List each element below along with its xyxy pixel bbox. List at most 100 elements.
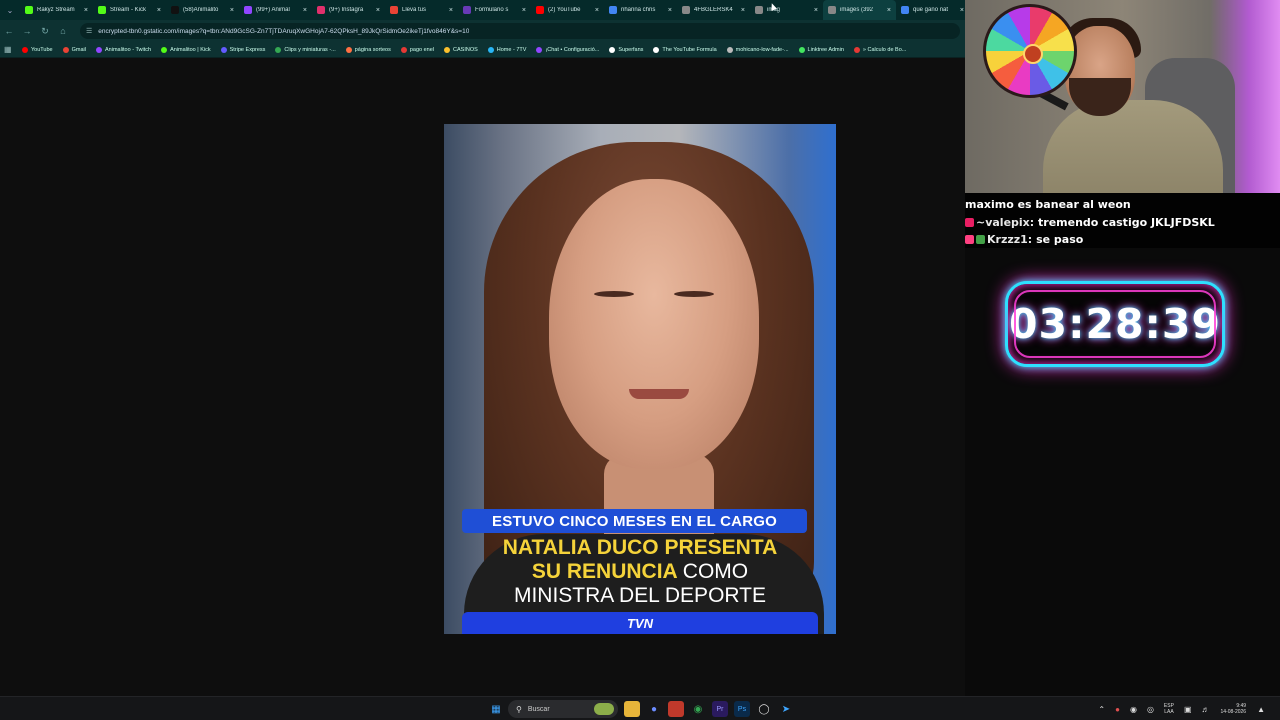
bookmark-favicon-icon [161,46,168,53]
browser-tab[interactable]: que gano nat × [896,0,965,20]
back-icon[interactable]: ← [0,20,18,42]
site-info-icon[interactable]: ☰ [86,27,92,35]
file-explorer-icon[interactable] [624,701,640,717]
browser-tab[interactable]: rihanna chris × [604,0,677,20]
tray-app-icon-2[interactable]: ◉ [1130,705,1137,714]
browser-tab[interactable]: images (392 × [823,0,896,20]
browser-tab[interactable]: (2) YouTube × [531,0,604,20]
news-image[interactable]: ESTUVO CINCO MESES EN EL CARGO NATALIA D… [444,124,836,634]
tab-close-icon[interactable]: × [449,7,453,14]
tab-label: que gano nat [913,7,949,13]
doc-icon [682,6,690,14]
search-placeholder: Buscar [527,705,550,713]
home-icon[interactable]: ⌂ [54,20,72,42]
chat-message: ~valepix: tremendo castigo JKLJFDSKL [965,214,1278,232]
caption-headline: NATALIA DUCO PRESENTA SU RENUNCIA COMO M… [444,536,836,608]
browser-tab[interactable]: (58)Animalito × [166,0,239,20]
volume-icon[interactable]: ♬ [1202,705,1210,714]
bookmark-item[interactable]: The YouTube Formula [653,46,717,53]
tab-close-icon[interactable]: × [84,7,88,14]
tab-close-icon[interactable]: × [303,7,307,14]
bookmark-item[interactable]: mohicano-low-fade-... [726,46,789,53]
browser-tab[interactable]: 4FBGLERSK4 × [677,0,750,20]
browser-tab[interactable]: Rakyz Stream × [20,0,93,20]
reload-icon[interactable]: ↻ [36,20,54,42]
webcam-overlay [965,0,1280,193]
screen: ⌄ Rakyz Stream × Stream - Kick × (58)Animali… [0,0,1280,720]
forward-icon[interactable]: → [18,20,36,42]
bookmark-item[interactable]: Animalitoo - Twitch [96,46,152,53]
clock[interactable]: 9:49 14-08-2026 [1221,703,1247,715]
tray-app-icon[interactable]: ● [1115,705,1120,714]
caption-line-3: MINISTRA DEL DEPORTE [513,584,767,607]
search-icon: ⚲ [516,704,522,714]
tab-close-icon[interactable]: × [814,7,818,14]
bookmark-label: Animalitoo - Twitch [105,46,152,53]
bookmark-label: Superfans [618,46,644,53]
taskbar-search[interactable]: ⚲ Buscar [508,700,618,718]
tab-close-icon[interactable]: × [960,7,964,14]
tab-label: (58)Animalito [183,7,219,13]
bookmark-favicon-icon [798,46,805,53]
bookmark-item[interactable]: ¡Chat • Configuració... [536,46,599,53]
browser-tab[interactable]: (99+) Animal × [239,0,312,20]
browser-tab[interactable]: (9+) Instagra × [312,0,385,20]
tab-close-icon[interactable]: × [595,7,599,14]
bookmark-favicon-icon [400,46,407,53]
bookmarks-bar: ▦ YouTube Gmail Animalitoo - Twitch Animali… [0,42,965,58]
url-text[interactable]: encrypted-tbn0.gstatic.com/images?q=tbn:… [98,28,469,35]
chevron-up-icon[interactable]: ⌃ [1098,705,1105,714]
chat-message: maximo es banear al weon [965,196,1278,214]
bookmark-item[interactable]: Home - 7TV [487,46,526,53]
premiere-icon[interactable]: Pr [712,701,728,717]
bookmark-item[interactable]: Stripe Express [220,46,265,53]
app-icon[interactable] [668,701,684,717]
language-indicator[interactable]: ESP LAA [1164,703,1174,715]
bookmark-item[interactable]: » Calculo de Bo... [853,46,907,53]
bookmark-favicon-icon [444,46,451,53]
tvn-logo: TVN [627,615,653,631]
chat-message-text: se paso [1036,233,1084,246]
tab-close-icon[interactable]: × [230,7,234,14]
tab-search-icon[interactable]: ⌄ [0,0,20,20]
obs-icon[interactable]: ◯ [756,701,772,717]
photoshop-icon[interactable]: Ps [734,701,750,717]
tab-close-icon[interactable]: × [668,7,672,14]
caption-line-2-white: COMO [682,560,749,583]
bookmark-item[interactable]: YouTube [22,46,53,53]
bookmark-favicon-icon [345,46,352,53]
bookmark-item[interactable]: Gmail [62,46,86,53]
tab-close-icon[interactable]: × [376,7,380,14]
apps-grid-icon[interactable]: ▦ [4,45,14,54]
discord-icon[interactable]: ● [646,701,662,717]
tab-close-icon[interactable]: × [887,7,891,14]
tab-close-icon[interactable]: × [157,7,161,14]
bookmark-item[interactable]: Linktree Admin [798,46,844,53]
bookmark-favicon-icon [22,46,28,53]
browser-tab[interactable]: Stream - Kick × [93,0,166,20]
telegram-icon[interactable]: ➤ [778,701,794,717]
tab-strip: ⌄ Rakyz Stream × Stream - Kick × (58)Animali… [0,0,965,20]
tab-label: rihanna chris [621,7,656,13]
browser-tab[interactable]: imag × [750,0,823,20]
bookmark-label: Animalitoo | Kick [170,46,211,53]
url-input[interactable]: ☰ encrypted-tbn0.gstatic.com/images?q=tb… [80,23,960,39]
bookmark-item[interactable]: Superfans [609,46,644,53]
bookmark-item[interactable]: Clips y miniaturas -... [275,46,336,53]
microphone-icon[interactable]: ◎ [1147,705,1154,714]
chat-overlay: maximo es banear al weon ~valepix: treme… [965,193,1280,248]
browser-tab[interactable]: Lleva tus × [385,0,458,20]
bookmark-favicon-icon [275,46,282,53]
bookmark-label: » Calculo de Bo... [862,46,907,53]
bookmark-item[interactable]: Animalitoo | Kick [161,46,211,53]
tab-close-icon[interactable]: × [741,7,745,14]
bookmark-item[interactable]: CASINOS [444,46,478,53]
network-icon[interactable]: ▣ [1184,705,1192,714]
browser-tab[interactable]: Formulario s × [458,0,531,20]
chrome-icon[interactable]: ◉ [690,701,706,717]
tab-close-icon[interactable]: × [522,7,526,14]
windows-start-icon[interactable]: ▦ [488,701,504,717]
bookmark-item[interactable]: pago enel [400,46,434,53]
bookmark-item[interactable]: página sorteos [345,46,391,53]
notification-bell-icon[interactable]: ▲ [1257,705,1265,714]
